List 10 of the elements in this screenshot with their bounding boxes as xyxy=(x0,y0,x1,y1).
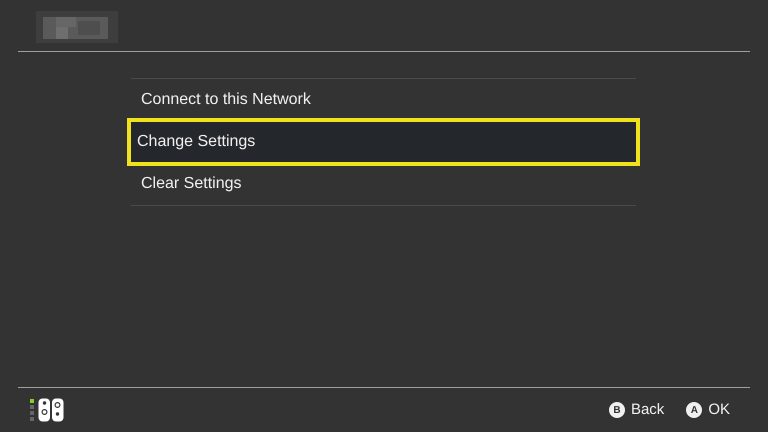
hint-label: Back xyxy=(630,400,664,420)
footer-hint[interactable]: A OK xyxy=(686,398,730,422)
footer-hint[interactable]: B Back xyxy=(608,398,664,422)
hint-label: OK xyxy=(708,400,730,420)
controller-icon xyxy=(38,398,64,422)
key-glyph: B xyxy=(608,402,625,418)
menu-item[interactable]: Connect to this Network xyxy=(131,79,636,121)
menu-item[interactable]: Change Settings xyxy=(127,118,640,166)
menu-item[interactable]: Clear Settings xyxy=(131,163,636,205)
key-glyph: A xyxy=(686,402,702,418)
